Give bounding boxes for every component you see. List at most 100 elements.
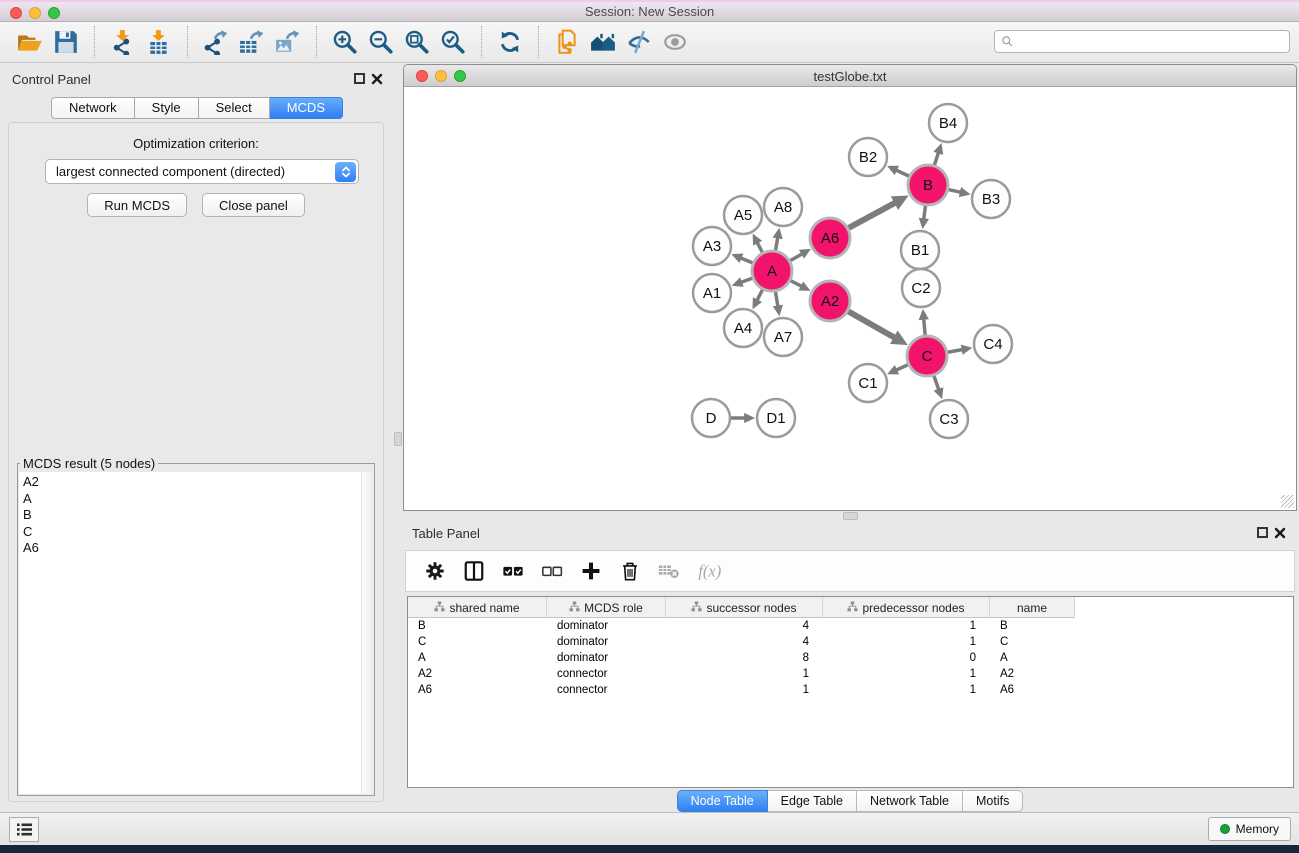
show-graphics-details-icon[interactable] bbox=[657, 25, 693, 59]
cell-predecessor-nodes: 1 bbox=[823, 682, 990, 698]
column-header-MCDS-role[interactable]: MCDS role bbox=[547, 597, 666, 618]
column-header-name[interactable]: name bbox=[990, 597, 1075, 618]
tab-network[interactable]: Network bbox=[51, 97, 135, 119]
edge-A-A8[interactable] bbox=[776, 237, 778, 250]
tab-motifs[interactable]: Motifs bbox=[963, 790, 1023, 812]
edge-C-C2[interactable] bbox=[924, 319, 925, 335]
window-resize-grip[interactable] bbox=[1281, 495, 1294, 508]
edge-A6-B[interactable] bbox=[848, 203, 895, 228]
hide-graphics-details-icon[interactable] bbox=[621, 25, 657, 59]
memory-button[interactable]: Memory bbox=[1208, 817, 1291, 841]
result-scrollbar[interactable] bbox=[361, 472, 373, 794]
unselect-all-icon[interactable] bbox=[537, 556, 567, 586]
table-row[interactable]: Cdominator41C bbox=[408, 634, 1075, 650]
edge-A-A7[interactable] bbox=[775, 292, 777, 307]
import-table-icon[interactable] bbox=[141, 25, 177, 59]
edge-B-B3[interactable] bbox=[948, 190, 960, 193]
column-type-icon bbox=[847, 601, 858, 615]
export-image-icon[interactable] bbox=[270, 25, 306, 59]
task-history-button[interactable] bbox=[9, 817, 39, 842]
column-layout-icon[interactable] bbox=[459, 556, 489, 586]
float-table-panel-icon[interactable] bbox=[1257, 527, 1268, 538]
table-row[interactable]: A6connector11A6 bbox=[408, 682, 1075, 698]
network-window-title-bar[interactable]: testGlobe.txt bbox=[404, 65, 1296, 87]
table-body: Bdominator41BCdominator41CAdominator80AA… bbox=[408, 618, 1293, 698]
edge-A-A6[interactable] bbox=[790, 254, 802, 261]
edge-A-A2[interactable] bbox=[791, 281, 802, 287]
tab-node-table[interactable]: Node Table bbox=[677, 790, 768, 812]
zoom-fit-icon[interactable] bbox=[399, 25, 435, 59]
refresh-icon[interactable] bbox=[492, 25, 528, 59]
network-graph[interactable]: B4B2BB3A8A5A6A3B1AC2A1A2A4A7C4CC1C3DD1 bbox=[405, 88, 1295, 509]
result-item[interactable]: B bbox=[23, 507, 359, 524]
import-network-icon[interactable] bbox=[105, 25, 141, 59]
edge-C-C3[interactable] bbox=[934, 376, 939, 390]
table-row[interactable]: Adominator80A bbox=[408, 650, 1075, 666]
delete-entry-icon[interactable] bbox=[615, 556, 645, 586]
tab-network-table[interactable]: Network Table bbox=[857, 790, 963, 812]
edge-B-B4[interactable] bbox=[934, 152, 938, 165]
export-network-icon[interactable] bbox=[198, 25, 234, 59]
column-header-shared-name[interactable]: shared name bbox=[408, 597, 547, 618]
close-table-panel-icon[interactable] bbox=[1274, 526, 1286, 538]
arrowhead-C-C3 bbox=[934, 387, 944, 399]
criterion-dropdown[interactable]: largest connected component (directed) bbox=[45, 159, 359, 184]
add-entry-icon[interactable] bbox=[576, 556, 606, 586]
edge-A-A1[interactable] bbox=[741, 278, 752, 282]
column-header-predecessor-nodes[interactable]: predecessor nodes bbox=[823, 597, 990, 618]
tab-style[interactable]: Style bbox=[135, 97, 199, 119]
main-toolbar bbox=[0, 22, 1299, 63]
toolbar-separator bbox=[94, 26, 95, 58]
node-label-B3: B3 bbox=[982, 191, 1000, 208]
horizontal-split-handle[interactable] bbox=[843, 512, 858, 520]
result-item[interactable]: A6 bbox=[23, 540, 359, 557]
edge-A-A5[interactable] bbox=[757, 242, 762, 252]
criterion-value: largest connected component (directed) bbox=[56, 164, 285, 179]
select-all-icon[interactable] bbox=[498, 556, 528, 586]
search-box[interactable] bbox=[994, 30, 1290, 53]
arrowhead-A-A7 bbox=[773, 305, 783, 317]
zoom-out-icon[interactable] bbox=[363, 25, 399, 59]
cell-MCDS-role: dominator bbox=[547, 650, 666, 666]
close-panel-button[interactable]: Close panel bbox=[202, 193, 305, 217]
export-table-icon[interactable] bbox=[234, 25, 270, 59]
float-panel-icon[interactable] bbox=[354, 73, 365, 84]
clone-network-icon[interactable] bbox=[549, 25, 585, 59]
node-label-C2: C2 bbox=[911, 280, 930, 297]
vertical-split-handle[interactable] bbox=[394, 432, 402, 446]
node-table[interactable]: shared nameMCDS rolesuccessor nodesprede… bbox=[407, 596, 1294, 788]
zoom-selected-icon[interactable] bbox=[435, 25, 471, 59]
node-label-B: B bbox=[923, 177, 933, 194]
result-item[interactable]: C bbox=[23, 524, 359, 541]
edge-A2-C[interactable] bbox=[848, 311, 894, 337]
network-file-title: testGlobe.txt bbox=[404, 69, 1296, 84]
run-mcds-button[interactable]: Run MCDS bbox=[87, 193, 187, 217]
arrowhead-B-B4 bbox=[933, 143, 943, 155]
edge-B-B2[interactable] bbox=[896, 170, 909, 176]
cell-name: A6 bbox=[990, 682, 1075, 698]
svg-text:f(x): f(x) bbox=[698, 562, 721, 581]
edge-C-C4[interactable] bbox=[948, 350, 963, 353]
search-input[interactable] bbox=[1015, 32, 1289, 51]
table-row[interactable]: A2connector11A2 bbox=[408, 666, 1075, 682]
settings-icon[interactable] bbox=[420, 556, 450, 586]
table-row[interactable]: Bdominator41B bbox=[408, 618, 1075, 634]
tab-mcds[interactable]: MCDS bbox=[270, 97, 343, 119]
open-session-icon[interactable] bbox=[12, 25, 48, 59]
save-session-icon[interactable] bbox=[48, 25, 84, 59]
mcds-result-title: MCDS result (5 nodes) bbox=[20, 456, 158, 471]
zoom-in-icon[interactable] bbox=[327, 25, 363, 59]
home-icon[interactable] bbox=[585, 25, 621, 59]
network-canvas[interactable]: B4B2BB3A8A5A6A3B1AC2A1A2A4A7C4CC1C3DD1 bbox=[405, 88, 1295, 509]
edge-B-B1[interactable] bbox=[924, 206, 926, 220]
edge-C-C1[interactable] bbox=[896, 365, 908, 370]
tab-edge-table[interactable]: Edge Table bbox=[768, 790, 857, 812]
tab-select[interactable]: Select bbox=[199, 97, 270, 119]
edge-A-A4[interactable] bbox=[757, 290, 762, 301]
column-header-successor-nodes[interactable]: successor nodes bbox=[666, 597, 823, 618]
edge-A-A3[interactable] bbox=[740, 258, 752, 263]
result-item[interactable]: A bbox=[23, 491, 359, 508]
result-item[interactable]: A2 bbox=[23, 474, 359, 491]
close-panel-icon[interactable] bbox=[371, 72, 383, 84]
toolbar-separator bbox=[187, 26, 188, 58]
